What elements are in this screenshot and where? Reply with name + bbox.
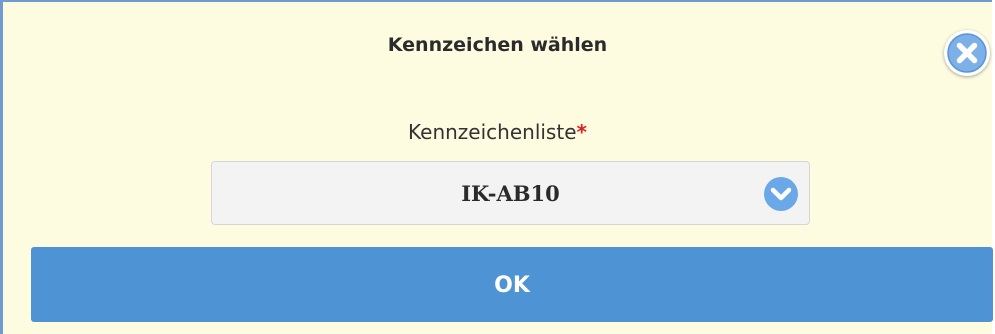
plate-list-label: Kennzeichenliste* — [3, 120, 992, 144]
ok-button-label: OK — [494, 273, 530, 298]
plate-select-value: IK-AB10 — [461, 181, 560, 206]
dialog-title: Kennzeichen wählen — [387, 34, 608, 56]
select-plate-dialog: Kennzeichen wählen Kennzeichenliste* IK-… — [0, 0, 993, 334]
required-marker: * — [576, 120, 587, 144]
plate-list-label-text: Kennzeichenliste — [408, 120, 577, 144]
plate-select[interactable]: IK-AB10 — [211, 161, 810, 225]
chevron-down-icon — [764, 177, 798, 211]
ok-button[interactable]: OK — [31, 247, 993, 322]
close-circle-icon — [947, 33, 987, 73]
close-button[interactable] — [944, 30, 990, 76]
